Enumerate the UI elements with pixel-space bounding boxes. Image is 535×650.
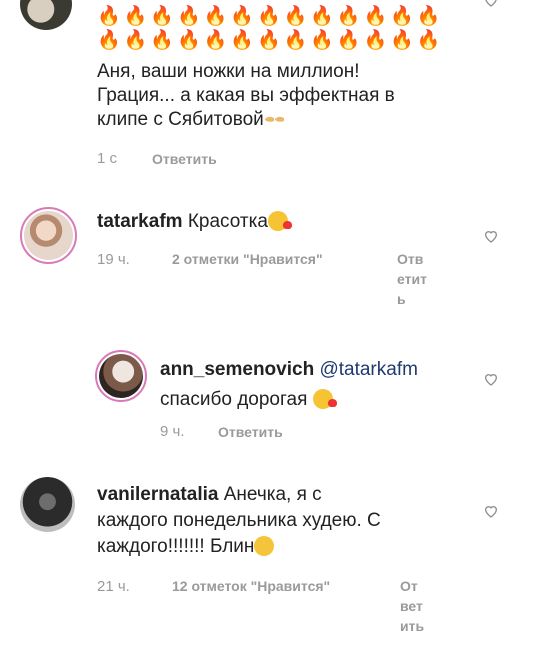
comment-time: 19 ч. [97,251,130,268]
kiss-emoji [312,389,337,409]
comment-line: каждого!!!!!!! Блин [97,535,381,559]
username[interactable]: ann_semenovich [160,359,314,380]
comment-text: ann_semenovich @tatarkafm спасибо дорога… [160,358,418,412]
reply-label-part: вет [400,598,423,614]
heart-icon[interactable] [483,0,499,8]
comment-line: клипе с Сябитовой [97,108,395,132]
comment-body: спасибо дорогая [160,389,308,410]
reply-label-part: Отв [397,251,424,267]
heart-icon[interactable] [483,371,499,387]
heart-icon[interactable] [483,503,499,519]
comment-time: 1 с [97,150,118,167]
commenter-avatar[interactable] [95,350,147,402]
comment-time: 21 ч. [97,578,130,595]
reply-button[interactable]: Отв етит ь [397,249,427,309]
comment-text: tatarkafm Красотка [97,210,292,234]
comment-body: Красотка [187,211,268,232]
comment-line: каждого понедельника худею. С [97,510,381,531]
reply-button[interactable]: От вет ить [400,576,424,636]
username[interactable]: tatarkafm [97,211,183,232]
commenter-avatar[interactable] [20,207,77,264]
heart-icon[interactable] [483,228,499,244]
commenter-avatar[interactable] [20,477,75,532]
reply-label-part: ить [400,618,425,634]
reply-button[interactable]: Ответить [218,422,283,442]
commenter-avatar[interactable] [20,0,72,30]
likes-count-link[interactable]: 2 отметки "Нравится" [172,249,323,269]
reply-button[interactable]: Ответить [152,149,217,169]
kiss-emoji [267,211,292,231]
reply-label-part: ь [397,291,406,307]
comment-time: 9 ч. [160,423,185,440]
username[interactable]: vanilernatalia [97,484,218,505]
fire-emoji-row: 🔥🔥🔥🔥🔥🔥🔥🔥🔥🔥🔥🔥🔥 [97,30,444,51]
comment-line: Аня, ваши ножки на миллион! [97,61,360,82]
reply-label-part: От [400,578,418,594]
blush-emoji [254,536,275,556]
comment-text: vanilernatalia Анечка, я с каждого понед… [97,483,381,559]
comment-text: Аня, ваши ножки на миллион! Грация... а … [97,60,395,132]
reply-label-part: етит [397,271,427,287]
mention-link[interactable]: @tatarkafm [319,359,417,380]
nail-polish-emoji [264,116,284,122]
fire-emoji-row: 🔥🔥🔥🔥🔥🔥🔥🔥🔥🔥🔥🔥🔥 [97,6,444,27]
likes-count-link[interactable]: 12 отметок "Нравится" [172,576,330,596]
comment-line: Грация... а какая вы эффектная в [97,85,395,106]
comment-line: Анечка, я с [223,484,322,505]
